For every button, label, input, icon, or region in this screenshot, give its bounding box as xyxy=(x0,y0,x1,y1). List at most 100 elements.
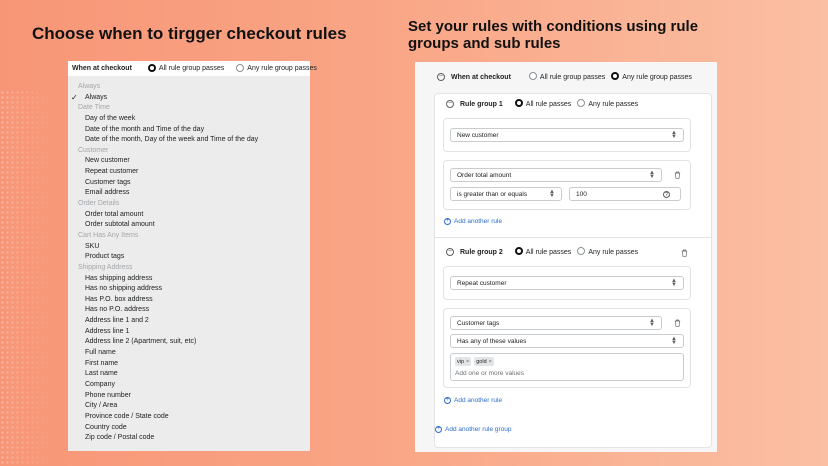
trigger-option[interactable]: Order total amount xyxy=(68,210,310,221)
trigger-option-list: AlwaysAlwaysDate TimeDay of the weekDate… xyxy=(68,76,310,444)
trigger-option[interactable]: Email address xyxy=(68,188,310,199)
radio-selected-icon xyxy=(147,63,156,72)
plus-icon: + xyxy=(444,397,451,404)
chevron-updown-icon: ▲ ▼ xyxy=(649,170,655,180)
all-rule-group-radio[interactable]: All rule group passes xyxy=(147,63,224,73)
sub-rule-card: Customer tags ▲ ▼ Has any of these values… xyxy=(443,308,691,388)
rule-card: Repeat customer ▲ ▼ xyxy=(443,266,691,300)
any-rule-group-radio[interactable]: Any rule group passes xyxy=(236,63,317,73)
option-group-label: Order Details xyxy=(78,200,120,208)
rule-group-1-title: Rule group 1 xyxy=(460,100,503,108)
radio-icon xyxy=(577,247,586,255)
trash-icon[interactable] xyxy=(674,319,681,327)
trigger-option[interactable]: Repeat customer xyxy=(68,167,310,178)
plus-icon: + xyxy=(435,426,442,433)
add-rule-link-2[interactable]: + Add another rule xyxy=(444,397,502,404)
tag-list: vip × gold × xyxy=(455,357,679,367)
add-rule-link-1[interactable]: + Add another rule xyxy=(444,218,502,225)
trash-icon[interactable] xyxy=(681,249,688,257)
trigger-option[interactable]: Country code xyxy=(68,423,310,434)
radio-selected-icon xyxy=(514,247,523,255)
condition-select[interactable]: New customer ▲ ▼ xyxy=(450,128,684,142)
option-group-label: Customer xyxy=(78,146,109,154)
trigger-option[interactable]: Date of the month and Time of the day xyxy=(68,125,310,136)
trigger-option[interactable]: Day of the week xyxy=(68,114,310,125)
rule-builder-panel: − When at checkout All rule group passes… xyxy=(415,62,717,452)
trigger-option[interactable]: Has no shipping address xyxy=(68,284,310,295)
sub-rule-card: Order total amount ▲ ▼ is greater than or… xyxy=(443,160,691,210)
rule-group-1-header: − Rule group 1 All rule passes Any rule … xyxy=(446,99,644,108)
option-group-label: Shipping Address xyxy=(78,263,133,271)
right-heading: Set your rules with conditions using rul… xyxy=(408,18,699,52)
operator-select[interactable]: is greater than or equals ▲ ▼ xyxy=(450,187,562,201)
rule-group-2-header: − Rule group 2 All rule passes Any rule … xyxy=(446,247,644,256)
tag-placeholder: Add one or more values xyxy=(455,370,525,377)
trigger-option[interactable]: Province code / State code xyxy=(68,412,310,423)
radio-icon xyxy=(528,72,537,80)
rule-groups-container: − Rule group 1 All rule passes Any rule … xyxy=(434,93,712,448)
trigger-option[interactable]: Customer tags xyxy=(68,178,310,189)
tag-chip[interactable]: gold × xyxy=(474,357,494,366)
trigger-option[interactable]: Has no P.O. address xyxy=(68,305,310,316)
collapse-icon[interactable]: − xyxy=(437,73,445,81)
radio-selected-icon xyxy=(611,72,620,80)
chevron-updown-icon: ▲ ▼ xyxy=(671,130,677,140)
rule-card: New customer ▲ ▼ xyxy=(443,118,691,152)
trigger-option[interactable]: City / Area xyxy=(68,401,310,412)
trigger-option[interactable]: SKU xyxy=(68,242,310,253)
tag-chip[interactable]: vip × xyxy=(455,357,472,366)
chevron-updown-icon: ▲ ▼ xyxy=(549,189,555,199)
dot-pattern xyxy=(0,90,52,466)
collapse-icon[interactable]: − xyxy=(446,248,454,256)
chevron-updown-icon: ▲ ▼ xyxy=(671,336,677,346)
all-rule-radio[interactable]: All rule passes xyxy=(514,99,571,108)
trigger-option[interactable]: Phone number xyxy=(68,391,310,402)
trigger-option[interactable]: Zip code / Postal code xyxy=(68,433,310,444)
trigger-option[interactable]: Date of the month, Day of the week and T… xyxy=(68,135,310,146)
any-rule-group-radio[interactable]: Any rule group passes xyxy=(611,72,692,81)
help-icon[interactable]: ? xyxy=(663,191,670,198)
trigger-option[interactable]: Always xyxy=(68,93,310,104)
radio-icon xyxy=(577,99,586,107)
trigger-option[interactable]: Address line 2 (Apartment, suit, etc) xyxy=(68,337,310,348)
trigger-option[interactable]: Order subtotal amount xyxy=(68,220,310,231)
close-icon[interactable]: × xyxy=(466,359,469,365)
trigger-option[interactable]: Company xyxy=(68,380,310,391)
divider xyxy=(435,237,711,238)
chevron-updown-icon: ▲ ▼ xyxy=(649,318,655,328)
all-rule-radio[interactable]: All rule passes xyxy=(514,247,571,256)
rule-group-2-title: Rule group 2 xyxy=(460,248,503,256)
condition-select[interactable]: Repeat customer ▲ ▼ xyxy=(450,276,684,290)
chevron-updown-icon: ▲ ▼ xyxy=(671,278,677,288)
collapse-icon[interactable]: − xyxy=(446,100,454,108)
rules-header: − When at checkout All rule group passes… xyxy=(437,72,698,81)
trigger-dropdown-panel: When at checkout All rule group passes A… xyxy=(68,61,317,451)
left-heading: Choose when to tirgger checkout rules xyxy=(32,24,347,43)
any-rule-radio[interactable]: Any rule passes xyxy=(577,247,638,256)
trigger-option[interactable]: New customer xyxy=(68,156,310,167)
trash-icon[interactable] xyxy=(674,171,681,179)
any-rule-radio[interactable]: Any rule passes xyxy=(577,99,638,108)
option-group-label: Cart Has Any Items xyxy=(78,231,139,239)
close-icon[interactable]: × xyxy=(489,359,492,365)
checkout-header: When at checkout All rule group passes A… xyxy=(68,61,317,76)
trigger-option[interactable]: First name xyxy=(68,359,310,370)
sub-rule-field-select[interactable]: Customer tags ▲ ▼ xyxy=(450,316,662,330)
trigger-option[interactable]: Has P.O. box address xyxy=(68,295,310,306)
all-rule-group-radio[interactable]: All rule group passes xyxy=(528,72,605,81)
rules-header-label: When at checkout xyxy=(451,73,511,81)
value-input[interactable]: 100 ? xyxy=(569,187,681,201)
trigger-option[interactable]: Product tags xyxy=(68,252,310,263)
trigger-option[interactable]: Has shipping address xyxy=(68,274,310,285)
tag-input[interactable]: vip × gold × Add one or more values xyxy=(450,353,684,381)
sub-rule-field-select[interactable]: Order total amount ▲ ▼ xyxy=(450,168,662,182)
operator-select[interactable]: Has any of these values ▲ ▼ xyxy=(450,334,684,348)
trigger-option[interactable]: Full name xyxy=(68,348,310,359)
radio-selected-icon xyxy=(514,99,523,107)
option-group-label: Date Time xyxy=(78,104,110,112)
add-rule-group-link[interactable]: + Add another rule group xyxy=(435,426,512,433)
radio-icon xyxy=(236,63,245,72)
trigger-option[interactable]: Last name xyxy=(68,369,310,380)
trigger-option[interactable]: Address line 1 xyxy=(68,327,310,338)
trigger-option[interactable]: Address line 1 and 2 xyxy=(68,316,310,327)
